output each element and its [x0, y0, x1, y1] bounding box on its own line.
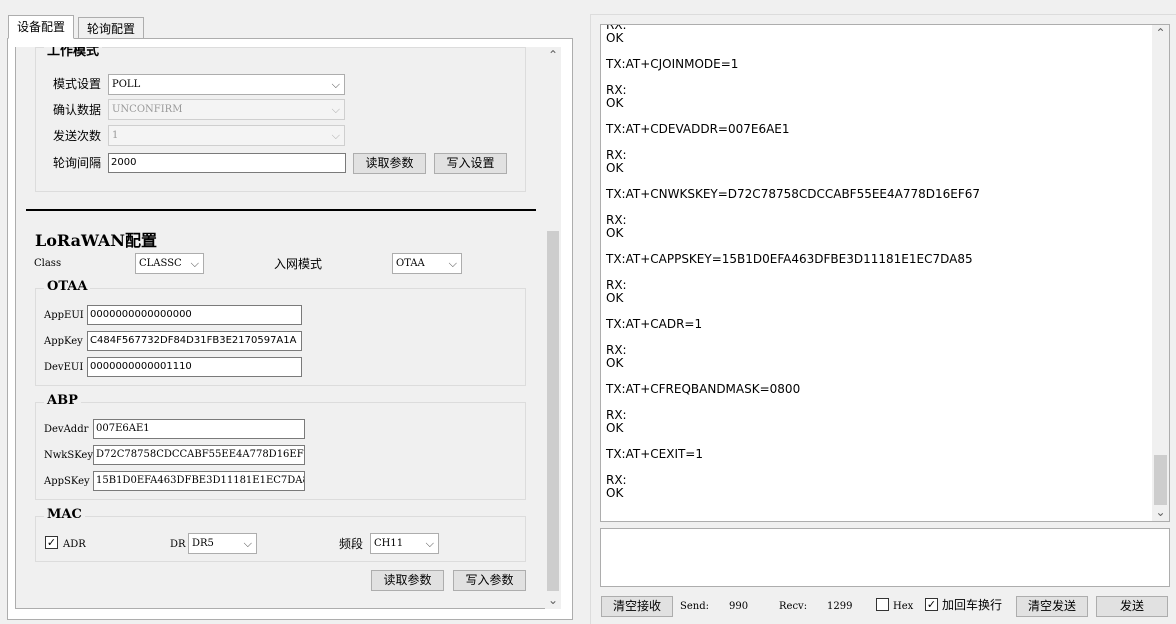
lorawan-read-button[interactable]: 读取参数: [371, 570, 444, 591]
adr-checkbox[interactable]: ✓: [45, 536, 58, 549]
send-button[interactable]: 发送: [1096, 596, 1168, 617]
check-icon: ✓: [926, 598, 937, 611]
send-count-label: 发送次数: [53, 129, 102, 143]
nwkskey-label: NwkSKey: [44, 450, 93, 461]
chevron-up-icon[interactable]: ⌃: [545, 47, 561, 64]
hex-checkbox[interactable]: [876, 598, 889, 611]
deveui-input[interactable]: 0000000000001110: [87, 357, 302, 377]
chevron-up-icon[interactable]: ⌃: [1152, 25, 1169, 42]
mac-group: [35, 516, 526, 562]
chevron-down-icon: ⌵: [331, 103, 340, 116]
nwkskey-input[interactable]: D72C78758CDCCABF55EE4A778D16EF67: [93, 445, 305, 465]
scrollbar-thumb[interactable]: [547, 231, 559, 591]
appkey-label: AppKey: [44, 336, 83, 347]
mode-value: POLL: [112, 79, 141, 90]
hex-label: Hex: [893, 601, 914, 612]
chevron-down-icon: ⌵: [190, 257, 199, 270]
recv-count: 1299: [827, 601, 853, 612]
tab-label: 设备配置: [17, 20, 66, 34]
recv-label: Recv:: [779, 601, 808, 612]
confirm-value: UNCONFIRM: [112, 104, 183, 115]
send-count: 990: [729, 601, 749, 612]
chevron-down-icon: ⌵: [243, 537, 252, 550]
confirm-label: 确认数据: [53, 103, 102, 117]
chevron-down-icon[interactable]: ⌄: [545, 592, 561, 609]
send-count-value: 1: [112, 130, 119, 141]
chevron-down-icon: ⌵: [331, 129, 340, 142]
mac-title: MAC: [44, 507, 85, 522]
config-scroll-area: 工作模式 模式设置 POLL ⌵ 确认数据 UNCONFIRM ⌵ 发送次数 1 ⌵ …: [15, 47, 545, 609]
appskey-input[interactable]: 15B1D0EFA463DFBE3D11181E1EC7DA85: [93, 471, 305, 491]
receive-log: RX: OK TX:AT+CJOINMODE=1 RX: OK TX:AT+CD…: [606, 24, 981, 500]
dr-label: DR: [170, 539, 186, 550]
appeui-input[interactable]: 0000000000000000: [87, 305, 302, 325]
chevron-down-icon: ⌵: [331, 78, 340, 91]
class-label: Class: [34, 258, 62, 269]
devaddr-input[interactable]: 007E6AE1: [93, 419, 305, 439]
band-label: 频段: [339, 537, 364, 551]
lorawan-write-button[interactable]: 写入参数: [453, 570, 526, 591]
clear-receive-button[interactable]: 清空接收: [601, 596, 673, 617]
appeui-label: AppEUI: [44, 310, 84, 321]
devaddr-label: DevAddr: [44, 424, 89, 435]
send-textarea[interactable]: [600, 528, 1170, 587]
interval-input[interactable]: 2000: [108, 153, 346, 173]
mode-label: 模式设置: [53, 77, 102, 91]
confirm-select[interactable]: UNCONFIRM ⌵: [108, 99, 345, 120]
appskey-label: AppSKey: [44, 476, 90, 487]
mode-select[interactable]: POLL ⌵: [108, 74, 345, 95]
dr-value: DR5: [192, 538, 214, 549]
abp-title: ABP: [44, 393, 81, 408]
adr-label: ADR: [63, 539, 86, 550]
section-divider: [26, 209, 536, 211]
chevron-down-icon: ⌵: [448, 257, 457, 270]
join-mode-label: 入网模式: [274, 257, 323, 271]
tab-poll-config[interactable]: 轮询配置: [78, 17, 145, 39]
chevron-down-icon: ⌵: [425, 537, 434, 550]
class-value: CLASSC: [139, 258, 182, 269]
send-count-select[interactable]: 1 ⌵: [108, 125, 345, 146]
chevron-down-icon[interactable]: ⌄: [1152, 504, 1169, 521]
read-params-button[interactable]: 读取参数: [353, 153, 426, 174]
receive-textarea[interactable]: RX: OK TX:AT+CJOINMODE=1 RX: OK TX:AT+CD…: [600, 24, 1170, 522]
config-scrollbar[interactable]: ⌃ ⌄: [545, 47, 561, 609]
class-select[interactable]: CLASSC ⌵: [135, 253, 204, 274]
write-settings-button[interactable]: 写入设置: [434, 153, 507, 174]
crlf-label: 加回车换行: [942, 598, 1003, 612]
check-icon: ✓: [46, 536, 57, 549]
otaa-title: OTAA: [44, 279, 91, 294]
scrollbar-thumb[interactable]: [1154, 455, 1167, 505]
tab-label: 轮询配置: [87, 22, 136, 36]
join-mode-value: OTAA: [396, 258, 425, 269]
clear-send-button[interactable]: 清空发送: [1016, 596, 1088, 617]
tab-device-config[interactable]: 设备配置: [8, 15, 75, 39]
receive-scrollbar[interactable]: ⌃ ⌄: [1152, 25, 1169, 521]
interval-label: 轮询间隔: [53, 156, 102, 170]
appkey-input[interactable]: C484F567732DF84D31FB3E2170597A1A: [87, 331, 302, 351]
dr-select[interactable]: DR5 ⌵: [188, 533, 257, 554]
band-value: CH11: [374, 538, 404, 549]
crlf-checkbox[interactable]: ✓: [925, 598, 938, 611]
work-mode-title: 工作模式: [44, 47, 103, 59]
deveui-label: DevEUI: [44, 362, 84, 373]
join-mode-select[interactable]: OTAA ⌵: [392, 253, 462, 274]
send-label: Send:: [680, 601, 709, 612]
lorawan-title: LoRaWAN配置: [35, 231, 157, 250]
band-select[interactable]: CH11 ⌵: [370, 533, 439, 554]
